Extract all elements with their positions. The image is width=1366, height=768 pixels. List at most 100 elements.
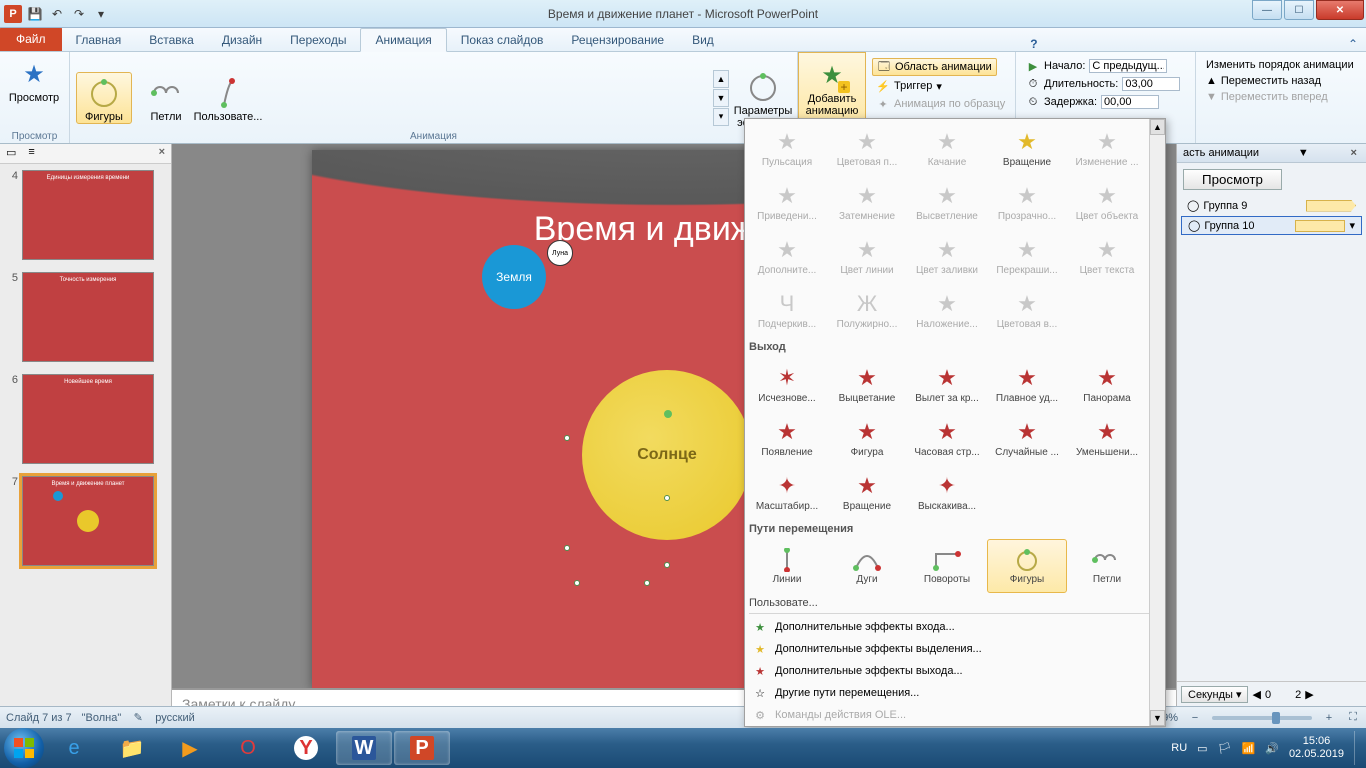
tab-transitions[interactable]: Переходы <box>276 29 360 51</box>
handle-s3[interactable] <box>644 580 650 586</box>
tab-slideshow[interactable]: Показ слайдов <box>447 29 558 51</box>
task-explorer[interactable]: 📁 <box>104 731 160 765</box>
eff-transparency[interactable]: ★Прозрачно... <box>987 175 1067 229</box>
delay-input[interactable] <box>1101 95 1159 109</box>
zoom-in-icon[interactable]: + <box>1322 711 1336 725</box>
eff-underline[interactable]: ЧПодчеркив... <box>747 283 827 337</box>
zoom-slider[interactable] <box>1212 716 1312 720</box>
motion-turns[interactable]: Повороты <box>907 539 987 593</box>
handle-s2[interactable] <box>664 562 670 568</box>
redo-icon[interactable]: ↷ <box>70 5 88 23</box>
eff-desaturate[interactable]: ★Приведени... <box>747 175 827 229</box>
effect-shapes[interactable]: Фигуры <box>76 72 132 124</box>
tab-home[interactable]: Главная <box>62 29 136 51</box>
handle-s1[interactable] <box>574 580 580 586</box>
gallery-more-icon[interactable]: ▾ <box>713 108 729 126</box>
animation-pane-button[interactable]: 🗔 Область анимации <box>872 58 997 76</box>
eff-fillcolor[interactable]: ★Цвет заливки <box>907 229 987 283</box>
eff-brushcolor[interactable]: ★Перекраши... <box>987 229 1067 283</box>
task-wmp[interactable]: ▶ <box>162 731 218 765</box>
tab-design[interactable]: Дизайн <box>208 29 276 51</box>
language-status[interactable]: русский <box>155 712 194 724</box>
eff-complementary[interactable]: ★Дополните... <box>747 229 827 283</box>
sun-shape[interactable]: Солнце <box>582 370 752 540</box>
task-opera[interactable]: O <box>220 731 276 765</box>
more-entrance[interactable]: ★Дополнительные эффекты входа... <box>745 616 1165 638</box>
handle-w[interactable] <box>564 435 570 441</box>
tray-lang[interactable]: RU <box>1171 742 1187 754</box>
fit-view-icon[interactable]: ⛶ <box>1346 711 1360 725</box>
more-exit[interactable]: ★Дополнительные эффекты выхода... <box>745 660 1165 682</box>
motion-shapes[interactable]: Фигуры <box>987 539 1067 593</box>
eff-growshrink[interactable]: ★Изменение ... <box>1067 121 1147 175</box>
tab-animation[interactable]: Анимация <box>360 28 446 52</box>
eff-spin[interactable]: ★Вращение <box>987 121 1067 175</box>
zoom-out-icon[interactable]: − <box>1188 711 1202 725</box>
pin-icon[interactable]: ▼ <box>1294 147 1313 159</box>
task-yandex[interactable]: Y <box>278 731 334 765</box>
eff-bold[interactable]: ЖПолужирно... <box>827 283 907 337</box>
exit-flyout[interactable]: ★Вылет за кр... <box>907 357 987 411</box>
tl-prev-icon[interactable]: ◀ <box>1252 688 1260 701</box>
handle-c[interactable] <box>664 495 670 501</box>
tray-volume-icon[interactable]: 🔊 <box>1265 742 1279 755</box>
gallery-up-icon[interactable]: ▲ <box>713 70 729 88</box>
tl-next-icon[interactable]: ▶ <box>1305 688 1313 701</box>
slides-tab-icon[interactable]: ▭ <box>0 144 22 163</box>
eff-boldreveal[interactable]: ★Наложение... <box>907 283 987 337</box>
preview-button[interactable]: ★ Просмотр <box>6 54 62 104</box>
help-icon[interactable]: ? <box>1022 37 1045 51</box>
tab-insert[interactable]: Вставка <box>135 29 208 51</box>
item-menu-icon[interactable]: ▾ <box>1349 219 1355 232</box>
exit-wheel[interactable]: ★Часовая стр... <box>907 411 987 465</box>
minimize-button[interactable]: — <box>1252 0 1282 20</box>
task-word[interactable]: W <box>336 731 392 765</box>
earth-shape[interactable]: Земля <box>482 245 546 309</box>
eff-teeter[interactable]: ★Качание <box>907 121 987 175</box>
close-button[interactable]: ✕ <box>1316 0 1364 20</box>
task-ie[interactable]: e <box>46 731 102 765</box>
motion-arcs[interactable]: Дуги <box>827 539 907 593</box>
gallery-down-icon[interactable]: ▼ <box>713 89 729 107</box>
eff-wave[interactable]: ★Цветовая в... <box>987 283 1067 337</box>
eff-darken[interactable]: ★Затемнение <box>827 175 907 229</box>
tab-view[interactable]: Вид <box>678 29 728 51</box>
task-powerpoint[interactable]: P <box>394 731 450 765</box>
custom-path-label[interactable]: Пользовате... <box>745 595 1165 611</box>
thumb-4[interactable]: 4 Единицы измерения времени <box>0 164 171 266</box>
save-icon[interactable]: 💾 <box>26 5 44 23</box>
motion-lines[interactable]: Линии <box>747 539 827 593</box>
exit-bounce[interactable]: ✦Выскакива... <box>907 465 987 519</box>
eff-pulse[interactable]: ★Пульсация <box>747 121 827 175</box>
tray-clock[interactable]: 15:06 02.05.2019 <box>1289 735 1344 761</box>
thumb-6[interactable]: 6 Новейшее время <box>0 368 171 470</box>
show-desktop-button[interactable] <box>1354 731 1362 765</box>
motion-loops[interactable]: Петли <box>1067 539 1147 593</box>
ribbon-collapse-icon[interactable]: ⌃ <box>1340 37 1366 51</box>
exit-appear[interactable]: ★Появление <box>747 411 827 465</box>
spelling-icon[interactable]: ✎ <box>131 711 145 725</box>
tray-action-center-icon[interactable]: 🏳 <box>1218 742 1232 755</box>
exit-random[interactable]: ★Случайные ... <box>987 411 1067 465</box>
eff-objcolor[interactable]: ★Цвет объекта <box>1067 175 1147 229</box>
dropdown-scrollbar[interactable]: ▲ ▼ <box>1149 119 1165 726</box>
rotation-handle-icon[interactable] <box>664 410 672 418</box>
trigger-button[interactable]: ⚡ Триггер ▾ <box>872 78 946 94</box>
exit-floatout[interactable]: ★Плавное уд... <box>987 357 1067 411</box>
exit-swivel[interactable]: ★Вращение <box>827 465 907 519</box>
start-select[interactable] <box>1089 59 1167 73</box>
exit-shape[interactable]: ★Фигура <box>827 411 907 465</box>
scroll-down-icon[interactable]: ▼ <box>1150 710 1165 726</box>
start-button[interactable] <box>4 728 44 768</box>
thumb-5[interactable]: 5 Точность измерения <box>0 266 171 368</box>
moon-shape[interactable]: Луна <box>547 240 573 266</box>
exit-zoom[interactable]: ✦Масштабир... <box>747 465 827 519</box>
animation-pane-close-icon[interactable]: × <box>1348 147 1360 159</box>
anim-item-2[interactable]: ◯ Группа 10 ▾ <box>1181 216 1362 235</box>
eff-linecolor[interactable]: ★Цвет линии <box>827 229 907 283</box>
more-motion[interactable]: ☆Другие пути перемещения... <box>745 682 1165 704</box>
thumb-7[interactable]: 7 Время и движение планет <box>0 470 171 572</box>
undo-icon[interactable]: ↶ <box>48 5 66 23</box>
maximize-button[interactable]: ☐ <box>1284 0 1314 20</box>
animation-pane-preview-button[interactable]: Просмотр <box>1183 169 1282 190</box>
